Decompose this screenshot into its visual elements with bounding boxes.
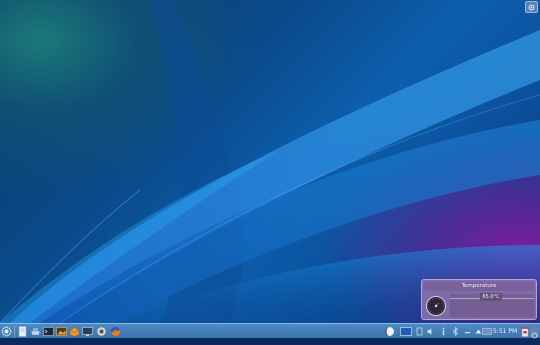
cashew-icon	[531, 332, 538, 339]
keyboard-layout-applet[interactable]	[482, 326, 492, 337]
trash-applet[interactable]	[520, 326, 530, 337]
file-icon	[18, 326, 27, 337]
taskbar-separator	[14, 326, 15, 337]
moon-icon	[385, 327, 394, 336]
show-hidden-icons-button[interactable]	[475, 326, 482, 337]
temperature-widget[interactable]: Temperature 65.0°C	[421, 279, 537, 320]
audio-player-launcher[interactable]	[96, 326, 107, 337]
terminal-icon	[43, 327, 54, 336]
network-manager-launcher[interactable]	[30, 326, 41, 337]
application-launcher-button[interactable]	[1, 326, 12, 337]
wallpaper-curves	[0, 0, 540, 323]
klipper-applet[interactable]	[416, 326, 423, 337]
bluetooth-applet[interactable]	[452, 326, 459, 337]
info-icon	[442, 327, 445, 336]
terminal-launcher[interactable]	[43, 326, 54, 337]
volume-applet[interactable]	[427, 326, 434, 337]
kde-gear-icon	[1, 326, 12, 337]
desktop-toolbox-button[interactable]	[525, 1, 538, 13]
desktop-pager-applet[interactable]	[400, 326, 412, 337]
desktop[interactable]: Temperature 65.0°C	[0, 0, 540, 323]
temperature-widget-title: Temperature	[424, 282, 534, 291]
bluetooth-icon	[452, 327, 459, 336]
desktop-icon	[400, 327, 412, 336]
notifications-applet[interactable]	[440, 326, 447, 337]
package-icon	[69, 327, 80, 337]
arrow-up-icon	[475, 329, 482, 334]
package-manager-launcher[interactable]	[69, 326, 80, 337]
panel-toolbox-button[interactable]	[530, 326, 539, 339]
file-manager-launcher[interactable]	[17, 326, 28, 337]
thermometer-gauge-icon	[426, 296, 446, 316]
trash-icon	[521, 327, 529, 337]
photo-viewer-launcher[interactable]	[56, 326, 67, 337]
taskbar-panel: 5:51 PM	[0, 323, 540, 339]
system-monitor-launcher[interactable]	[82, 326, 93, 337]
firefox-launcher[interactable]	[110, 326, 121, 337]
firefox-icon	[110, 326, 121, 337]
speaker-icon	[96, 326, 107, 337]
volume-icon	[427, 328, 432, 335]
network-drive-icon	[30, 328, 41, 336]
cashew-icon	[528, 4, 535, 10]
monitor-icon	[82, 327, 93, 336]
weather-applet[interactable]	[384, 326, 395, 337]
keyboard-icon	[482, 328, 492, 335]
clipboard-icon	[416, 327, 423, 336]
digital-clock[interactable]: 5:51 PM	[493, 327, 517, 336]
image-icon	[56, 327, 67, 336]
temperature-value: 65.0°C	[480, 293, 502, 301]
battery-applet[interactable]	[464, 326, 471, 337]
battery-icon	[465, 332, 470, 334]
